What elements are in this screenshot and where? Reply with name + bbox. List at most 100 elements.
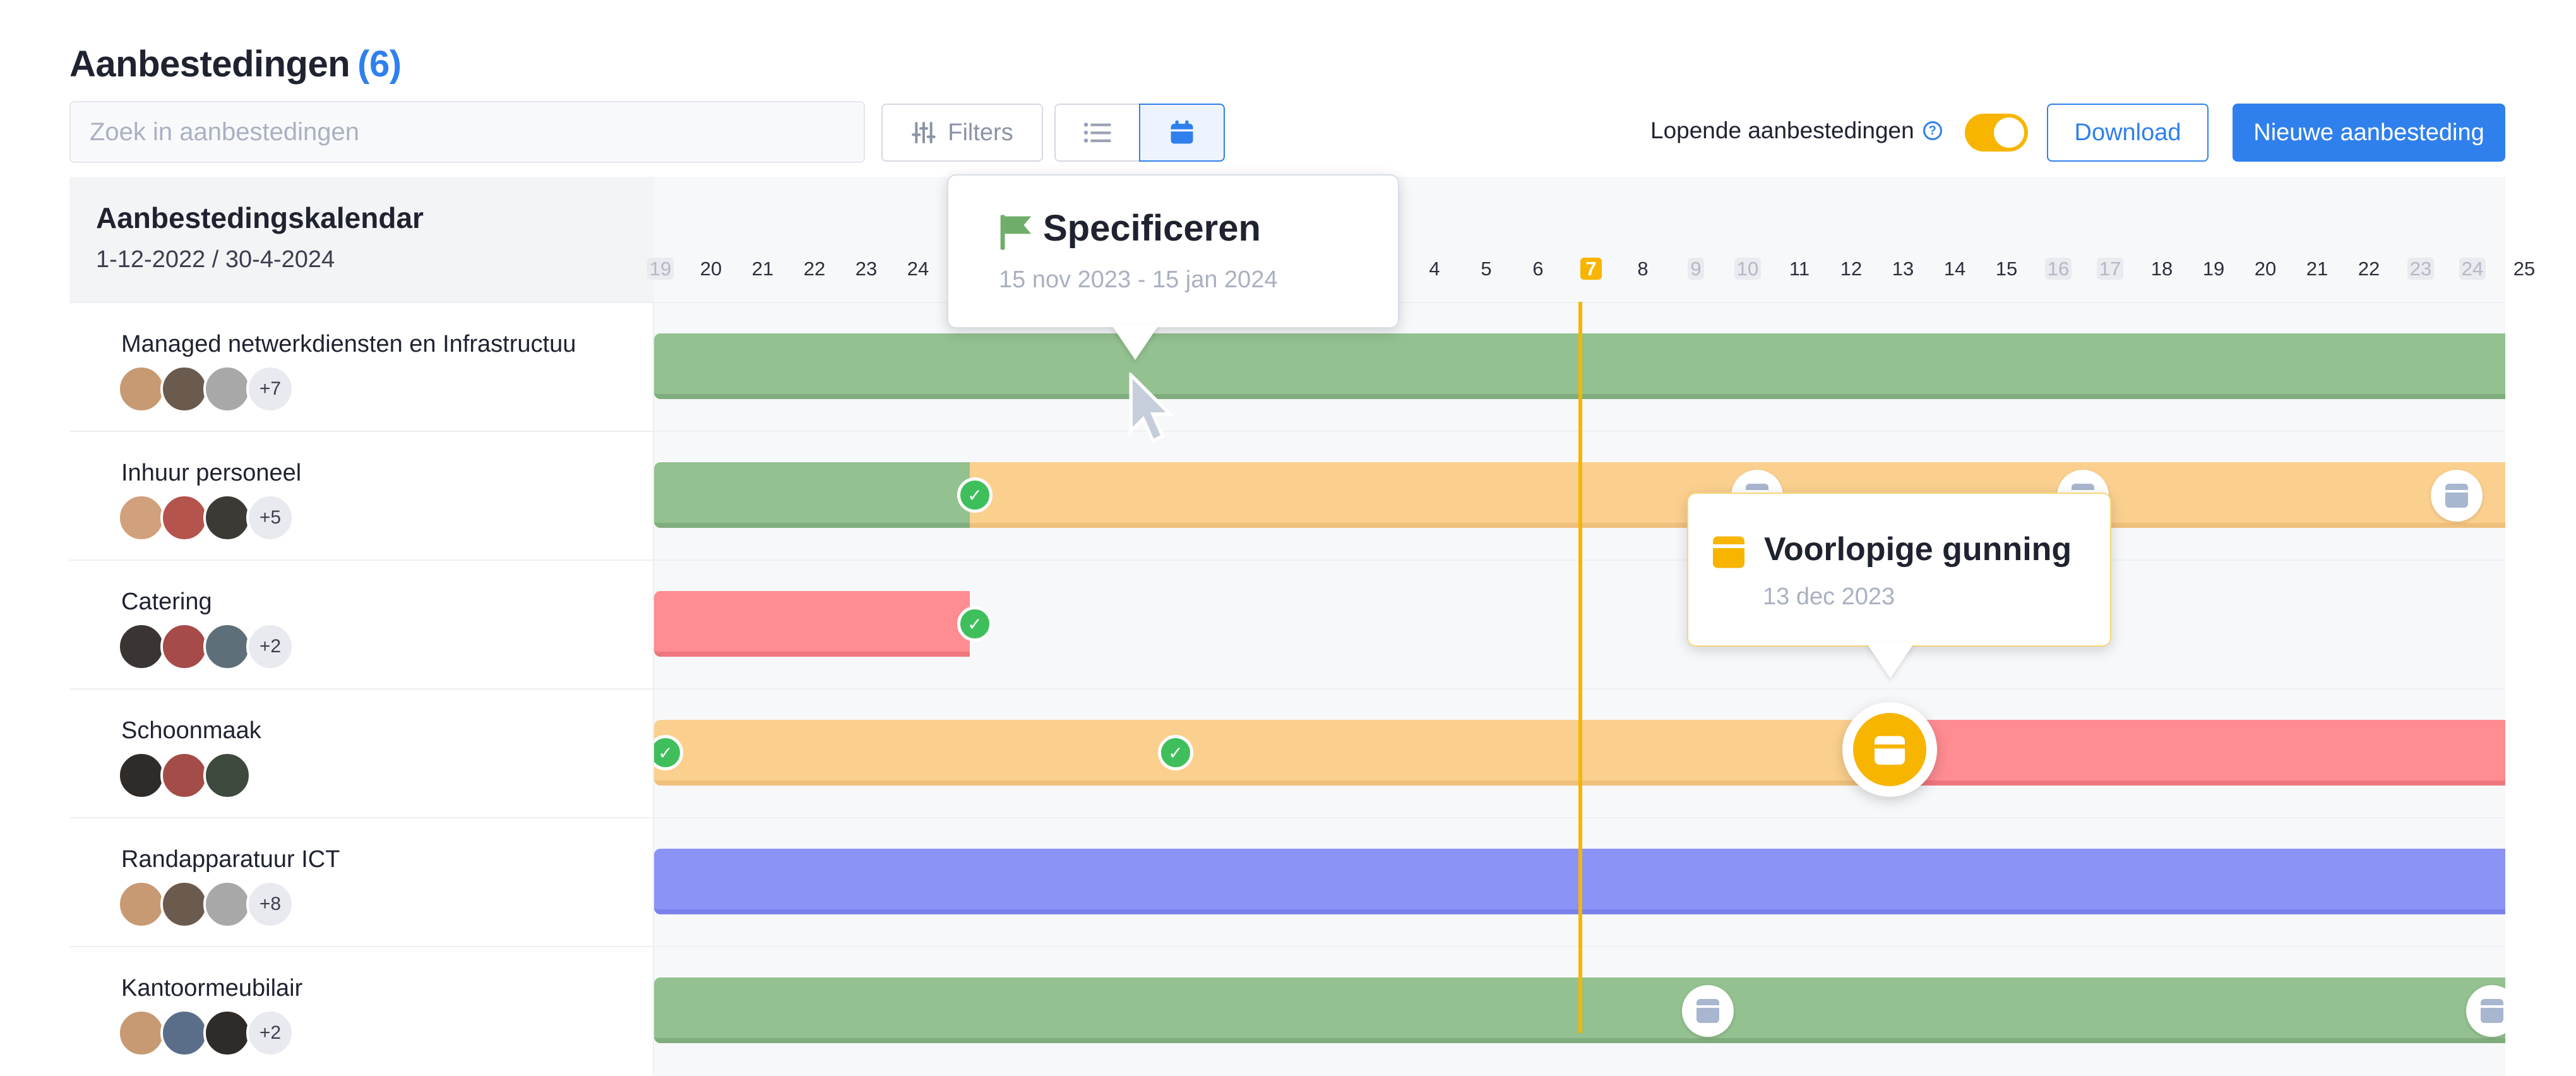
avatar (117, 494, 165, 542)
day-number-label: 7 (1580, 258, 1602, 280)
day-number: 23 (850, 256, 882, 282)
milestone-marker[interactable] (1842, 702, 1937, 797)
day-number-label: 5 (1481, 258, 1492, 280)
day-number-label: 22 (2358, 258, 2380, 280)
day-number: 16 (2042, 256, 2074, 282)
avatar (203, 623, 251, 671)
day-number-label: 24 (2459, 258, 2486, 280)
day-number-label: 23 (2407, 258, 2435, 280)
more-members-badge: +2 (246, 1009, 294, 1057)
day-number-label: 22 (803, 258, 826, 280)
phase-tooltip-pointer (1111, 325, 1159, 360)
phase-bar[interactable] (654, 462, 970, 528)
day-number-label: 24 (907, 258, 929, 280)
more-members-badge: +7 (246, 365, 294, 413)
avatar (117, 880, 165, 928)
completed-check-icon[interactable]: ✓ (957, 606, 993, 642)
completed-check-icon[interactable]: ✓ (957, 477, 993, 513)
search-input[interactable] (69, 101, 865, 163)
day-number-label: 17 (2096, 258, 2124, 280)
milestone-tooltip-date: 13 dec 2023 (1763, 583, 1895, 610)
phase-bar[interactable] (654, 591, 970, 657)
calendar-glyph (2481, 999, 2503, 1023)
day-number: 20 (2250, 256, 2281, 282)
milestone-tooltip: Voorlopige gunning 13 dec 2023 (1687, 493, 2111, 647)
day-number: 17 (2094, 256, 2126, 282)
ongoing-toggle-label: Lopende aanbestedingen ? (1650, 117, 1942, 144)
sliders-icon (912, 122, 936, 143)
calendar-glyph (2445, 484, 2468, 508)
day-number-label: 4 (1429, 258, 1440, 280)
team-avatars: +7 (117, 365, 294, 413)
day-number: 13 (1887, 256, 1919, 282)
day-number: 6 (1522, 256, 1554, 282)
day-number-label: 25 (2513, 258, 2536, 280)
tender-row[interactable]: Kantoormeubilair +2 (69, 946, 654, 1075)
tender-name: Schoonmaak (121, 717, 261, 744)
ongoing-toggle[interactable] (1965, 114, 2028, 152)
tender-row[interactable]: Catering +2 (69, 559, 654, 688)
help-icon[interactable]: ? (1923, 121, 1942, 140)
avatar (160, 1009, 208, 1057)
calendar-icon (1713, 536, 1744, 568)
avatar (160, 494, 208, 542)
more-members-badge: +5 (246, 494, 294, 542)
calendar-view-button[interactable] (1139, 104, 1225, 162)
phase-tooltip-title: Specificeren (1043, 208, 1261, 249)
list-view-button[interactable] (1054, 104, 1140, 162)
tender-name: Inhuur personeel (121, 460, 302, 486)
day-number: 4 (1419, 256, 1450, 282)
filters-button[interactable]: Filters (881, 104, 1043, 162)
day-number: 19 (645, 256, 676, 282)
day-number: 14 (1939, 256, 1971, 282)
day-number: 20 (695, 256, 727, 282)
day-number: 19 (2198, 256, 2229, 282)
tender-name: Randapparatuur ICT (121, 846, 340, 873)
completed-check-icon[interactable]: ✓ (1158, 735, 1193, 770)
avatar (203, 751, 251, 799)
avatar (203, 365, 251, 413)
milestone-calendar-icon[interactable] (1682, 985, 1734, 1037)
day-number-label: 11 (1789, 258, 1810, 280)
day-number: 23 (2405, 256, 2436, 282)
day-number-label: 8 (1637, 258, 1649, 280)
avatar (160, 751, 208, 799)
avatar (117, 365, 165, 413)
calendar-title: Aanbestedingskalendar (96, 201, 424, 234)
team-avatars: +5 (117, 494, 294, 542)
day-number-label: 10 (1734, 258, 1762, 280)
avatar (160, 880, 208, 928)
calendar-sidebar-header (69, 177, 655, 302)
day-number: 22 (2353, 256, 2385, 282)
day-number-label: 15 (1995, 258, 2018, 280)
day-number-label: 12 (1840, 258, 1863, 280)
phase-bar[interactable] (654, 720, 1885, 786)
mouse-cursor-icon (1129, 373, 1174, 443)
more-members-badge: +8 (246, 880, 294, 928)
day-number: 21 (2301, 256, 2333, 282)
avatar (117, 1009, 165, 1057)
more-members-badge: +2 (246, 623, 294, 671)
milestone-calendar-icon[interactable] (2431, 470, 2483, 522)
tender-row[interactable]: Schoonmaak (69, 688, 654, 817)
day-number: 9 (1680, 256, 1712, 282)
team-avatars (117, 751, 251, 799)
day-number: 10 (1732, 256, 1763, 282)
day-number-label: 20 (2254, 258, 2277, 280)
calendar-glyph (1696, 999, 1719, 1023)
tender-row[interactable]: Managed netwerkdiensten en Infrastructuu… (69, 302, 654, 431)
day-number-label: 21 (751, 258, 774, 280)
tender-row[interactable]: Inhuur personeel +5 (69, 431, 654, 559)
phase-bar[interactable] (1885, 720, 2505, 786)
avatar (203, 494, 251, 542)
day-number-label: 23 (855, 258, 878, 280)
calendar-icon (1171, 120, 1193, 144)
tender-row[interactable]: Randapparatuur ICT +8 (69, 817, 654, 946)
tender-name: Managed netwerkdiensten en Infrastructuu (121, 331, 576, 357)
day-number-label: 13 (1892, 258, 1914, 280)
download-button[interactable]: Download (2047, 104, 2209, 162)
new-tender-button[interactable]: Nieuwe aanbesteding (2233, 104, 2505, 162)
today-marker-line (1578, 302, 1582, 1033)
avatar (160, 623, 208, 671)
day-number: 24 (902, 256, 934, 282)
